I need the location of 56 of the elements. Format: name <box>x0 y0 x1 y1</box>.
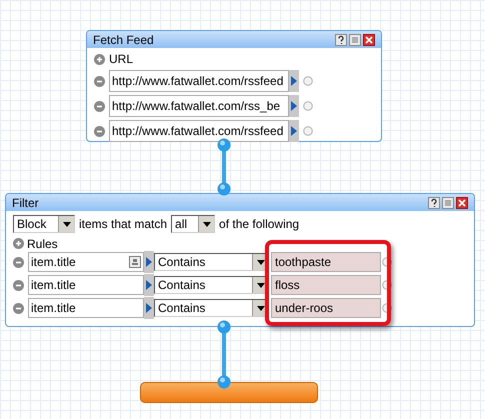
dropdown[interactable]: all <box>171 215 216 233</box>
minimize-icon[interactable] <box>442 196 454 208</box>
following-text: of the following <box>219 216 300 233</box>
help-icon[interactable] <box>428 196 440 208</box>
caret-icon <box>62 222 70 226</box>
triangle-icon <box>146 280 152 290</box>
module-title: Fetch Feed <box>93 32 155 48</box>
arrow-tab[interactable] <box>144 274 154 296</box>
arrow-tab[interactable] <box>144 297 154 319</box>
arrow-tab[interactable] <box>144 251 154 273</box>
caret-icon <box>256 260 264 264</box>
remove-icon[interactable] <box>13 280 24 290</box>
field-input[interactable]: item.title <box>28 275 144 295</box>
triangle-icon <box>146 257 152 267</box>
close-icon[interactable] <box>456 196 468 208</box>
value-field[interactable]: under-roos <box>271 298 381 318</box>
field-picker-icon[interactable] <box>129 256 141 268</box>
connector-node-icon[interactable] <box>217 138 231 152</box>
arrow-tab[interactable] <box>289 95 299 117</box>
dropdown[interactable]: Block <box>13 215 75 233</box>
caret-icon <box>256 282 264 288</box>
field-input[interactable]: item.title <box>28 298 144 318</box>
triangle-icon <box>146 303 152 313</box>
add-icon[interactable] <box>94 54 105 64</box>
remove-icon[interactable] <box>94 100 105 112</box>
value-field[interactable]: floss <box>271 275 381 295</box>
triangle-icon <box>291 76 297 86</box>
connector-node-icon[interactable] <box>217 320 231 334</box>
url-field[interactable]: http://www.fatwallet.com/rssfeed <box>109 70 289 92</box>
triangle-icon <box>291 126 297 136</box>
remove-icon[interactable] <box>94 76 105 86</box>
url-field[interactable]: http://www.fatwallet.com/rssfeed <box>109 120 289 142</box>
add-icon[interactable] <box>13 238 24 249</box>
rules-label: Rules <box>27 236 58 252</box>
remove-icon[interactable] <box>13 302 24 314</box>
url-label: URL <box>109 51 134 68</box>
match-text: items that match <box>79 216 168 233</box>
connector-terminal-icon[interactable] <box>303 101 313 111</box>
value-field[interactable]: toothpaste <box>271 252 381 272</box>
connector-node-icon[interactable] <box>217 375 231 389</box>
arrow-tab[interactable] <box>289 120 299 142</box>
connector-terminal-icon[interactable] <box>303 76 313 86</box>
caret-icon <box>256 306 264 310</box>
url-field[interactable]: http://www.fatwallet.com/rss_be <box>109 95 289 117</box>
remove-icon[interactable] <box>13 256 24 268</box>
help-icon[interactable] <box>335 34 347 46</box>
close-icon[interactable] <box>363 34 375 46</box>
minimize-icon[interactable] <box>349 34 361 46</box>
arrow-tab[interactable] <box>289 70 299 92</box>
remove-icon[interactable] <box>94 126 105 136</box>
connector-node-icon[interactable] <box>217 182 231 196</box>
caret-icon <box>202 222 211 226</box>
connector-terminal-icon[interactable] <box>303 126 313 136</box>
module-title: Filter <box>12 194 40 212</box>
field-input[interactable]: item.title <box>28 252 144 272</box>
triangle-icon <box>291 101 297 111</box>
